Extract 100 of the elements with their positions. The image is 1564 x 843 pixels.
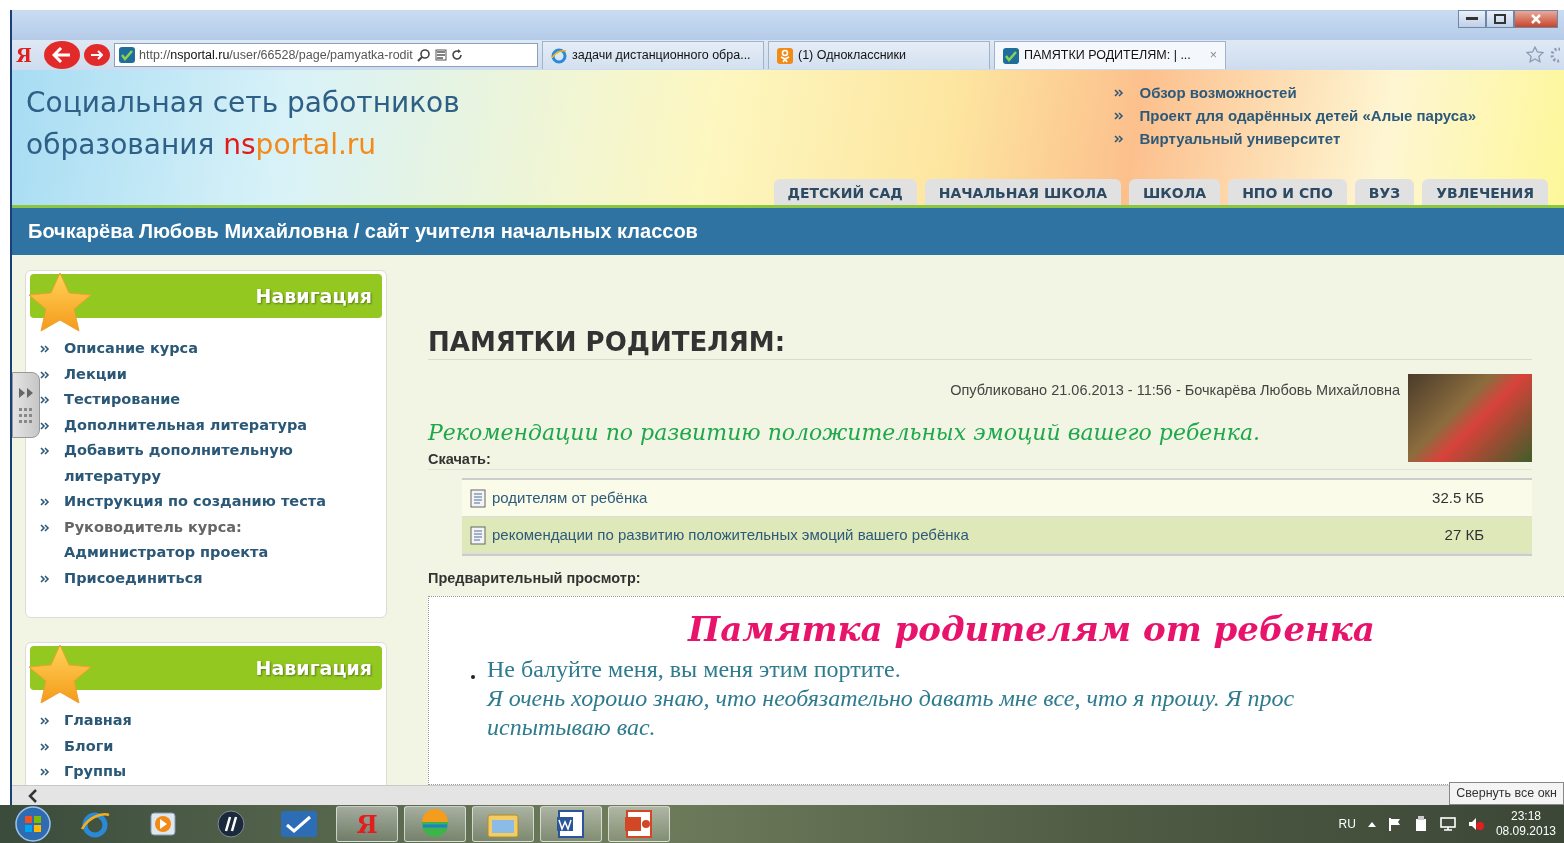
- category-tab[interactable]: НПО И СПО: [1228, 179, 1347, 205]
- nav-card-header: Навигация: [30, 646, 382, 690]
- tab-title: ПАМЯТКИ РОДИТЕЛЯМ: | ...: [1024, 47, 1191, 65]
- refresh-icon[interactable]: [450, 49, 463, 61]
- double-chevron-icon: [40, 574, 50, 583]
- maximize-button[interactable]: [1486, 10, 1514, 28]
- nav-link[interactable]: Инструкция по созданию теста: [64, 489, 326, 515]
- double-chevron-icon: [40, 717, 50, 725]
- language-indicator[interactable]: RU: [1338, 815, 1356, 833]
- browser-tab[interactable]: ПАМЯТКИ РОДИТЕЛЯМ: | ... ×: [994, 41, 1226, 69]
- header-link[interactable]: Обзор возможностей: [1139, 84, 1297, 101]
- category-tab[interactable]: НАЧАЛЬНАЯ ШКОЛА: [924, 179, 1121, 205]
- double-chevron-icon: [40, 345, 50, 353]
- document-app-icon: [556, 809, 586, 839]
- document-icon: [470, 488, 486, 508]
- double-chevron-icon: [1113, 111, 1124, 120]
- tab-close-button[interactable]: ×: [1209, 46, 1217, 65]
- horizontal-scrollbar[interactable]: Свернуть все окн: [12, 785, 1564, 805]
- header-link[interactable]: Виртуальный университет: [1139, 130, 1341, 147]
- file-size: 32.5 КБ: [1432, 487, 1484, 508]
- back-button[interactable]: [44, 41, 80, 69]
- flag-icon[interactable]: [1387, 817, 1402, 831]
- tooltip: Свернуть все окн: [1449, 782, 1564, 805]
- volume-muted-icon[interactable]: [1467, 817, 1484, 831]
- sidebar-toggle-handle[interactable]: [12, 372, 40, 438]
- double-chevron-icon: [40, 447, 50, 455]
- page-icon[interactable]: [434, 49, 447, 61]
- browser-tab[interactable]: задачи дистанционного обра...: [542, 41, 764, 69]
- author-link[interactable]: Бочкарёва Любовь Михайловна: [1184, 382, 1400, 398]
- double-chevron-icon: [40, 498, 50, 506]
- double-chevron-icon: [40, 523, 50, 532]
- document-icon: [470, 525, 486, 545]
- browser-logo[interactable]: Я: [16, 44, 40, 66]
- address-bar[interactable]: http://nsportal.ru/user/66528/page/pamyatka-rodit: [114, 43, 538, 67]
- preview-text: Не балуйте меня, вы меня этим портите.: [487, 655, 902, 684]
- published-info: Опубликовано 21.06.2013 - 11:56 - Бочкарёва Любовь Михайловна: [950, 381, 1400, 400]
- tab-title: задачи дистанционного обра...: [572, 47, 751, 65]
- double-chevron-icon: [40, 742, 50, 751]
- double-chevron-icon: [40, 396, 50, 404]
- nav-link[interactable]: Лекции: [64, 361, 127, 387]
- scroll-left-icon[interactable]: [28, 788, 38, 803]
- right-arrow-icon: [91, 50, 103, 60]
- person-icon: [777, 47, 793, 64]
- check-icon: [1003, 47, 1019, 64]
- round-logo-icon: [216, 809, 246, 839]
- tab-title: (1) Одноклассники: [798, 47, 907, 65]
- file-link[interactable]: родителям от ребёнка: [492, 486, 648, 510]
- article-subtitle: Рекомендации по развитию положительных эмоций вашего ребенка.: [428, 420, 1262, 445]
- double-chevron-icon: [1113, 88, 1124, 97]
- double-chevron-icon: [40, 768, 50, 776]
- nav-card-header: Навигация: [30, 274, 382, 318]
- preview-title: Памятка родителям от ребенка: [686, 609, 1376, 649]
- category-tab[interactable]: УВЛЕЧЕНИЯ: [1422, 179, 1548, 205]
- clock-date[interactable]: 08.09.2013: [1495, 824, 1556, 839]
- nav-link[interactable]: Блоги: [64, 733, 114, 759]
- left-arrow-icon: [52, 47, 72, 63]
- minimize-icon: [1466, 17, 1478, 21]
- colored-ball-icon: [420, 809, 450, 839]
- nav-label: Руководитель курса:: [64, 517, 243, 537]
- taskbar-app-button[interactable]: [540, 806, 602, 842]
- browser-tab[interactable]: (1) Одноклассники: [768, 41, 990, 69]
- nav-link[interactable]: Добавить дополнительную литературу: [64, 438, 382, 489]
- search-icon[interactable]: [416, 48, 431, 62]
- nav-link[interactable]: Тестирование: [64, 387, 181, 413]
- star-icon: [26, 271, 94, 335]
- maximize-icon: [1494, 14, 1506, 24]
- star-icon: [26, 643, 94, 707]
- presentation-app-icon: [624, 809, 654, 839]
- checkmark-icon: [281, 811, 317, 837]
- close-icon: [1530, 13, 1542, 25]
- network-icon[interactable]: [1439, 817, 1456, 831]
- windows-logo-icon: [15, 806, 51, 842]
- double-chevron-icon: [40, 370, 50, 379]
- nav-link[interactable]: Присоединиться: [64, 565, 203, 591]
- show-hidden-icons-icon[interactable]: [1367, 821, 1376, 827]
- minimize-button[interactable]: [1458, 10, 1486, 28]
- clock-time[interactable]: 23:18: [1510, 809, 1541, 824]
- header-link[interactable]: Проект для одарённых детей «Алые паруса»: [1139, 107, 1477, 124]
- star-icon[interactable]: [1526, 46, 1544, 64]
- forward-button[interactable]: [84, 44, 110, 66]
- nav-link[interactable]: Дополнительная литература: [64, 412, 308, 438]
- site-title[interactable]: Социальная сеть работников образования nsportal.ru: [12, 70, 774, 205]
- file-size: 27 КБ: [1444, 524, 1484, 545]
- category-tab[interactable]: ДЕТСКИЙ САД: [773, 179, 917, 205]
- file-link[interactable]: рекомендации по развитию положительных эмоций вашего ребёнка: [492, 523, 969, 547]
- site-owner-title: Бочкарёва Любовь Михайловна / сайт учителя начальных классов: [28, 220, 698, 243]
- download-label: Скачать:: [428, 451, 1532, 470]
- nav-link[interactable]: Описание курса: [64, 336, 198, 362]
- double-chevron-icon: [40, 421, 50, 430]
- preview-label: Предварительный просмотр:: [428, 570, 642, 586]
- play-icon: [149, 810, 177, 838]
- nav-link[interactable]: Группы: [64, 759, 127, 785]
- category-tab[interactable]: ВУЗ: [1354, 179, 1415, 205]
- page-title: ПАМЯТКИ РОДИТЕЛЯМ:: [428, 327, 1532, 360]
- browser-globe-icon: [551, 47, 567, 64]
- nav-link[interactable]: Администратор проекта: [64, 544, 269, 560]
- close-button[interactable]: [1514, 10, 1558, 28]
- nav-link[interactable]: Главная: [64, 708, 132, 734]
- category-tab[interactable]: ШКОЛА: [1129, 179, 1221, 205]
- url-text: http://nsportal.ru/user/66528/page/pamyatka-rodit: [139, 46, 413, 64]
